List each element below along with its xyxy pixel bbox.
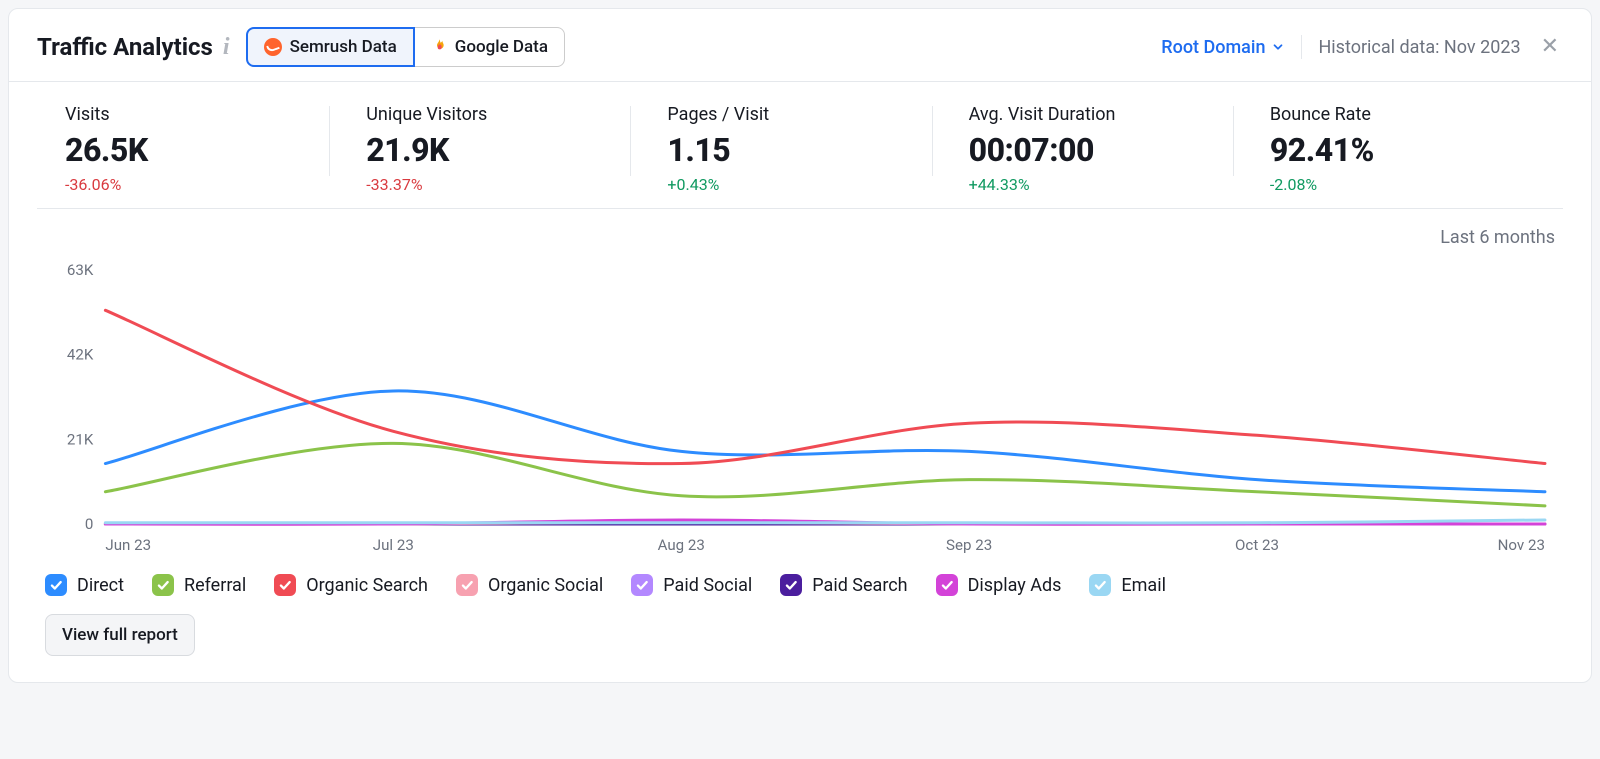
tab-semrush-data[interactable]: Semrush Data — [246, 27, 415, 67]
legend-item-organic-social[interactable]: Organic Social — [456, 574, 603, 596]
legend-checkbox — [1089, 574, 1111, 596]
metric-delta: -36.06% — [65, 175, 330, 194]
svg-text:Oct 23: Oct 23 — [1235, 536, 1279, 554]
metric-bounce-rate[interactable]: Bounce Rate 92.41% -2.08% — [1234, 100, 1535, 198]
chart-area: 0 21K 42K 63K Jun 23 Jul 23 Aug 23 Sep 23 Oct 23… — [9, 248, 1591, 568]
legend-checkbox — [274, 574, 296, 596]
historical-data-label: Historical data: Nov 2023 — [1318, 37, 1520, 58]
card-title: Traffic Analytics i — [37, 33, 230, 61]
traffic-line-chart: 0 21K 42K 63K Jun 23 Jul 23 Aug 23 Sep 23 Oct 23… — [45, 258, 1555, 558]
legend-checkbox — [631, 574, 653, 596]
metric-value: 00:07:00 — [969, 131, 1234, 169]
tab-google-data[interactable]: Google Data — [415, 27, 565, 67]
svg-text:Jul 23: Jul 23 — [373, 536, 414, 554]
metric-label: Avg. Visit Duration — [969, 104, 1234, 125]
legend-checkbox — [780, 574, 802, 596]
legend-label: Paid Social — [663, 575, 752, 596]
legend-label: Email — [1121, 575, 1166, 596]
legend-item-direct[interactable]: Direct — [45, 574, 124, 596]
legend-item-organic-search[interactable]: Organic Search — [274, 574, 428, 596]
series-organic-search — [105, 310, 1545, 463]
legend-item-email[interactable]: Email — [1089, 574, 1166, 596]
divider — [1301, 35, 1302, 59]
legend-label: Display Ads — [968, 575, 1062, 596]
metric-value: 92.41% — [1270, 131, 1535, 169]
metric-pages-visit[interactable]: Pages / Visit 1.15 +0.43% — [631, 100, 932, 198]
legend-label: Organic Search — [306, 575, 428, 596]
metric-avg-visit-duration[interactable]: Avg. Visit Duration 00:07:00 +44.33% — [933, 100, 1234, 198]
svg-text:21K: 21K — [67, 430, 94, 448]
svg-text:63K: 63K — [67, 261, 94, 279]
data-source-toggle: Semrush Data Google Data — [246, 27, 565, 67]
metric-value: 1.15 — [667, 131, 932, 169]
metric-label: Bounce Rate — [1270, 104, 1535, 125]
legend-label: Paid Search — [812, 575, 907, 596]
metric-value: 26.5K — [65, 131, 330, 169]
metric-label: Pages / Visit — [667, 104, 932, 125]
google-fire-icon — [431, 38, 447, 56]
view-full-report-button[interactable]: View full report — [45, 614, 195, 656]
semrush-icon — [264, 38, 282, 56]
chevron-down-icon — [1271, 40, 1285, 54]
scope-dropdown[interactable]: Root Domain — [1161, 37, 1285, 58]
title-text: Traffic Analytics — [37, 33, 213, 61]
svg-text:Aug 23: Aug 23 — [658, 536, 705, 554]
metric-label: Visits — [65, 104, 330, 125]
legend-checkbox — [456, 574, 478, 596]
traffic-analytics-card: Traffic Analytics i Semrush Data Google … — [8, 8, 1592, 683]
scope-label: Root Domain — [1161, 37, 1265, 58]
card-footer: View full report — [9, 614, 1591, 682]
tab-semrush-label: Semrush Data — [290, 37, 397, 57]
card-header: Traffic Analytics i Semrush Data Google … — [9, 9, 1591, 82]
legend-checkbox — [45, 574, 67, 596]
metric-delta: +0.43% — [667, 175, 932, 194]
svg-text:42K: 42K — [67, 346, 94, 364]
svg-text:Jun 23: Jun 23 — [105, 536, 151, 554]
range-row: Last 6 months — [9, 209, 1591, 248]
legend-label: Referral — [184, 575, 246, 596]
svg-text:Sep 23: Sep 23 — [946, 536, 992, 554]
range-label: Last 6 months — [1440, 227, 1555, 248]
metric-unique-visitors[interactable]: Unique Visitors 21.9K -33.37% — [330, 100, 631, 198]
metric-delta: -33.37% — [366, 175, 631, 194]
metric-delta: +44.33% — [969, 175, 1234, 194]
info-icon[interactable]: i — [223, 34, 230, 61]
legend-checkbox — [152, 574, 174, 596]
metrics-row: Visits 26.5K -36.06% Unique Visitors 21.9K -3… — [37, 82, 1563, 209]
legend-item-paid-social[interactable]: Paid Social — [631, 574, 752, 596]
legend-checkbox — [936, 574, 958, 596]
metric-value: 21.9K — [366, 131, 631, 169]
legend-item-display-ads[interactable]: Display Ads — [936, 574, 1062, 596]
metric-visits[interactable]: Visits 26.5K -36.06% — [65, 100, 330, 198]
legend-item-referral[interactable]: Referral — [152, 574, 246, 596]
legend-item-paid-search[interactable]: Paid Search — [780, 574, 907, 596]
close-button[interactable]: ✕ — [1537, 36, 1563, 58]
svg-text:Nov 23: Nov 23 — [1498, 536, 1545, 554]
svg-text:0: 0 — [85, 515, 93, 533]
legend-label: Direct — [77, 575, 124, 596]
chart-legend: Direct Referral Organic Search Organic Soci… — [9, 568, 1591, 614]
legend-label: Organic Social — [488, 575, 603, 596]
metric-delta: -2.08% — [1270, 175, 1535, 194]
metric-label: Unique Visitors — [366, 104, 631, 125]
tab-google-label: Google Data — [455, 37, 548, 57]
